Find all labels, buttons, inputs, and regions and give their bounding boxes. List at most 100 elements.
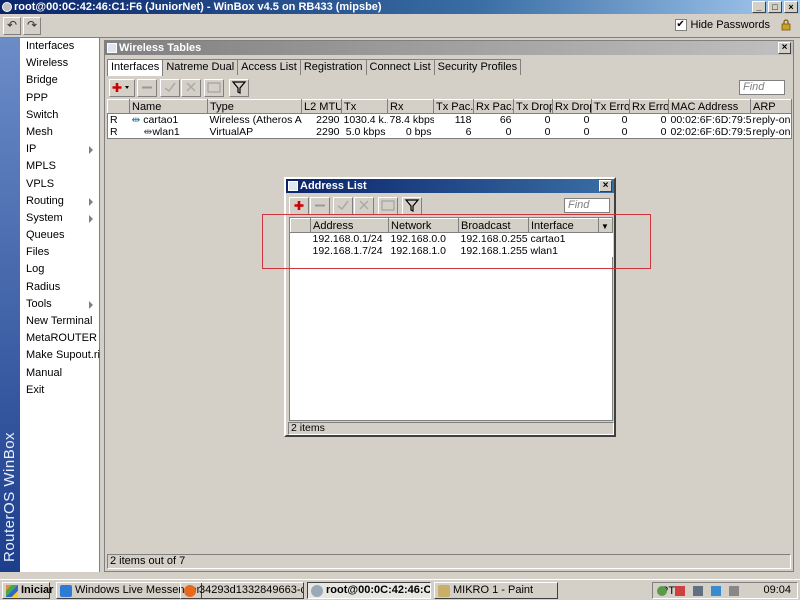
filter-button[interactable]: [402, 197, 422, 215]
paint-icon: [438, 585, 450, 597]
sidebar-item-manual[interactable]: Manual: [20, 365, 99, 382]
sidebar-item-new-terminal[interactable]: New Terminal: [20, 313, 99, 330]
column-header-arp[interactable]: ARP: [750, 99, 792, 114]
security-alert-icon[interactable]: [675, 586, 685, 596]
help-icon[interactable]: [657, 586, 667, 596]
find-input[interactable]: Find: [739, 80, 785, 95]
sidebar-item-ppp[interactable]: PPP: [20, 90, 99, 107]
sidebar-item-metarouter[interactable]: MetaROUTER: [20, 330, 99, 347]
tab-interfaces[interactable]: Interfaces: [107, 59, 164, 76]
wireless-tables-title-bar[interactable]: Wireless Tables ×: [105, 41, 793, 55]
sidebar-item-system[interactable]: System: [20, 210, 99, 227]
remove-button[interactable]: [310, 197, 330, 215]
tab-natreme-dual[interactable]: Natreme Dual: [162, 59, 239, 75]
disable-button[interactable]: [181, 79, 201, 97]
tx-errors-cell: 0: [621, 114, 628, 126]
sidebar-item-routing[interactable]: Routing: [20, 193, 99, 210]
sidebar-item-files[interactable]: Files: [20, 244, 99, 261]
sidebar-item-ip[interactable]: IP: [20, 141, 99, 158]
add-button[interactable]: [109, 79, 135, 97]
column-header-tx-drops[interactable]: Tx Drops: [513, 99, 553, 114]
column-header-tx-errors[interactable]: Tx Errors: [591, 99, 630, 114]
filter-button[interactable]: [229, 79, 249, 97]
volume-icon[interactable]: [729, 586, 739, 596]
column-header-rx[interactable]: Rx: [387, 99, 434, 114]
taskbar-paint[interactable]: MIKRO 1 - Paint: [434, 582, 558, 599]
cross-icon: [359, 200, 369, 210]
rx-errors-cell: 0: [660, 114, 667, 126]
submenu-arrow-icon: [89, 197, 93, 206]
sidebar-item-exit[interactable]: Exit: [20, 382, 99, 399]
enable-button[interactable]: [160, 79, 180, 97]
check-icon: [164, 82, 176, 93]
l2mtu-cell: 2290: [316, 126, 340, 138]
sidebar-item-make-supout[interactable]: Make Supout.rif: [20, 347, 103, 364]
sidebar-item-interfaces[interactable]: Interfaces: [20, 38, 99, 55]
mac-cell: 00:02:6F:6D:79:54: [670, 114, 751, 126]
column-header-name[interactable]: Name: [129, 99, 208, 114]
add-button[interactable]: [289, 197, 309, 215]
sidebar-item-vpls[interactable]: VPLS: [20, 176, 99, 193]
sidebar-item-switch[interactable]: Switch: [20, 107, 99, 124]
column-header-tx-packets[interactable]: Tx Pac...: [433, 99, 474, 114]
taskbar-winbox[interactable]: root@00:0C:42:46:C1:...: [307, 582, 431, 599]
taskbar-firefox[interactable]: 34293d1332849663-con...: [180, 582, 304, 599]
sidebar-item-log[interactable]: Log: [20, 261, 99, 278]
enable-button[interactable]: [333, 197, 353, 215]
column-header-rx-errors[interactable]: Rx Errors: [629, 99, 669, 114]
wireless-tabs: Interfaces Natreme Dual Access List Regi…: [107, 59, 522, 76]
start-button[interactable]: Iniciar: [2, 582, 53, 599]
hide-passwords-checkbox[interactable]: ✔: [674, 19, 687, 31]
sidebar-item-mesh[interactable]: Mesh: [20, 124, 99, 141]
hide-passwords-label: Hide Passwords: [690, 19, 770, 31]
table-row[interactable]: R ⇹ cartao1 Wireless (Atheros AR5... 229…: [108, 114, 792, 126]
l2mtu-cell: 2290: [316, 114, 340, 126]
column-header-rx-drops[interactable]: Rx Drops: [552, 99, 592, 114]
address-list-close-button[interactable]: ×: [599, 180, 612, 192]
tx-drops-cell: 0: [544, 114, 551, 126]
wireless-tables-close-button[interactable]: ×: [778, 42, 791, 54]
sidebar-item-radius[interactable]: Radius: [20, 279, 99, 296]
brand-text: RouterOS WinBox: [1, 431, 18, 562]
column-header-tx[interactable]: Tx: [341, 99, 388, 114]
column-header-l2mtu[interactable]: L2 MTU: [301, 99, 342, 114]
table-row[interactable]: R ⇹wlan1 VirtualAP 2290 5.0 kbps 0 bps 6…: [108, 126, 792, 139]
comment-button[interactable]: [204, 79, 224, 97]
sidebar-menu: Interfaces Wireless Bridge PPP Switch Me…: [20, 38, 103, 572]
close-button[interactable]: ×: [784, 1, 798, 13]
remove-button[interactable]: [137, 79, 157, 97]
column-header-mac[interactable]: MAC Address: [668, 99, 751, 114]
comment-button[interactable]: [378, 197, 398, 215]
tab-connect-list[interactable]: Connect List: [365, 59, 435, 75]
wireless-tables-title: Wireless Tables: [119, 42, 202, 54]
sidebar-item-wireless[interactable]: Wireless: [20, 55, 99, 72]
address-list-title-bar[interactable]: Address List ×: [286, 179, 614, 193]
maximize-button[interactable]: □: [768, 1, 782, 13]
tab-registration[interactable]: Registration: [299, 59, 367, 75]
minus-icon: [142, 86, 152, 89]
redo-icon[interactable]: ↷: [23, 17, 41, 35]
rx-drops-cell: 0: [583, 126, 590, 138]
undo-icon[interactable]: ↶: [3, 17, 21, 35]
disable-button[interactable]: [354, 197, 374, 215]
sidebar-item-mpls[interactable]: MPLS: [20, 158, 99, 175]
column-header-type[interactable]: Type: [207, 99, 302, 114]
column-header-rx-packets[interactable]: Rx Pac...: [473, 99, 514, 114]
sidebar-item-bridge[interactable]: Bridge: [20, 72, 99, 89]
rx-packets-cell: 66: [499, 114, 512, 126]
messenger-tray-icon[interactable]: [711, 586, 721, 596]
sidebar-item-tools[interactable]: Tools: [20, 296, 99, 313]
column-header-flag[interactable]: [107, 99, 130, 114]
find-input[interactable]: Find: [564, 198, 610, 213]
mac-cell: 02:02:6F:6D:79:55: [670, 126, 751, 138]
arp-cell: reply-only: [752, 114, 792, 126]
hide-passwords-toggle[interactable]: ✔ Hide Passwords: [674, 19, 770, 31]
tab-security-profiles[interactable]: Security Profiles: [433, 59, 522, 75]
tab-access-list[interactable]: Access List: [237, 59, 301, 75]
network-icon[interactable]: [693, 586, 703, 596]
minimize-button[interactable]: _: [752, 1, 766, 13]
wireless-toolbar: Find: [107, 77, 791, 99]
comment-icon: [207, 82, 221, 93]
sidebar-item-queues[interactable]: Queues: [20, 227, 99, 244]
comment-icon: [381, 200, 395, 211]
